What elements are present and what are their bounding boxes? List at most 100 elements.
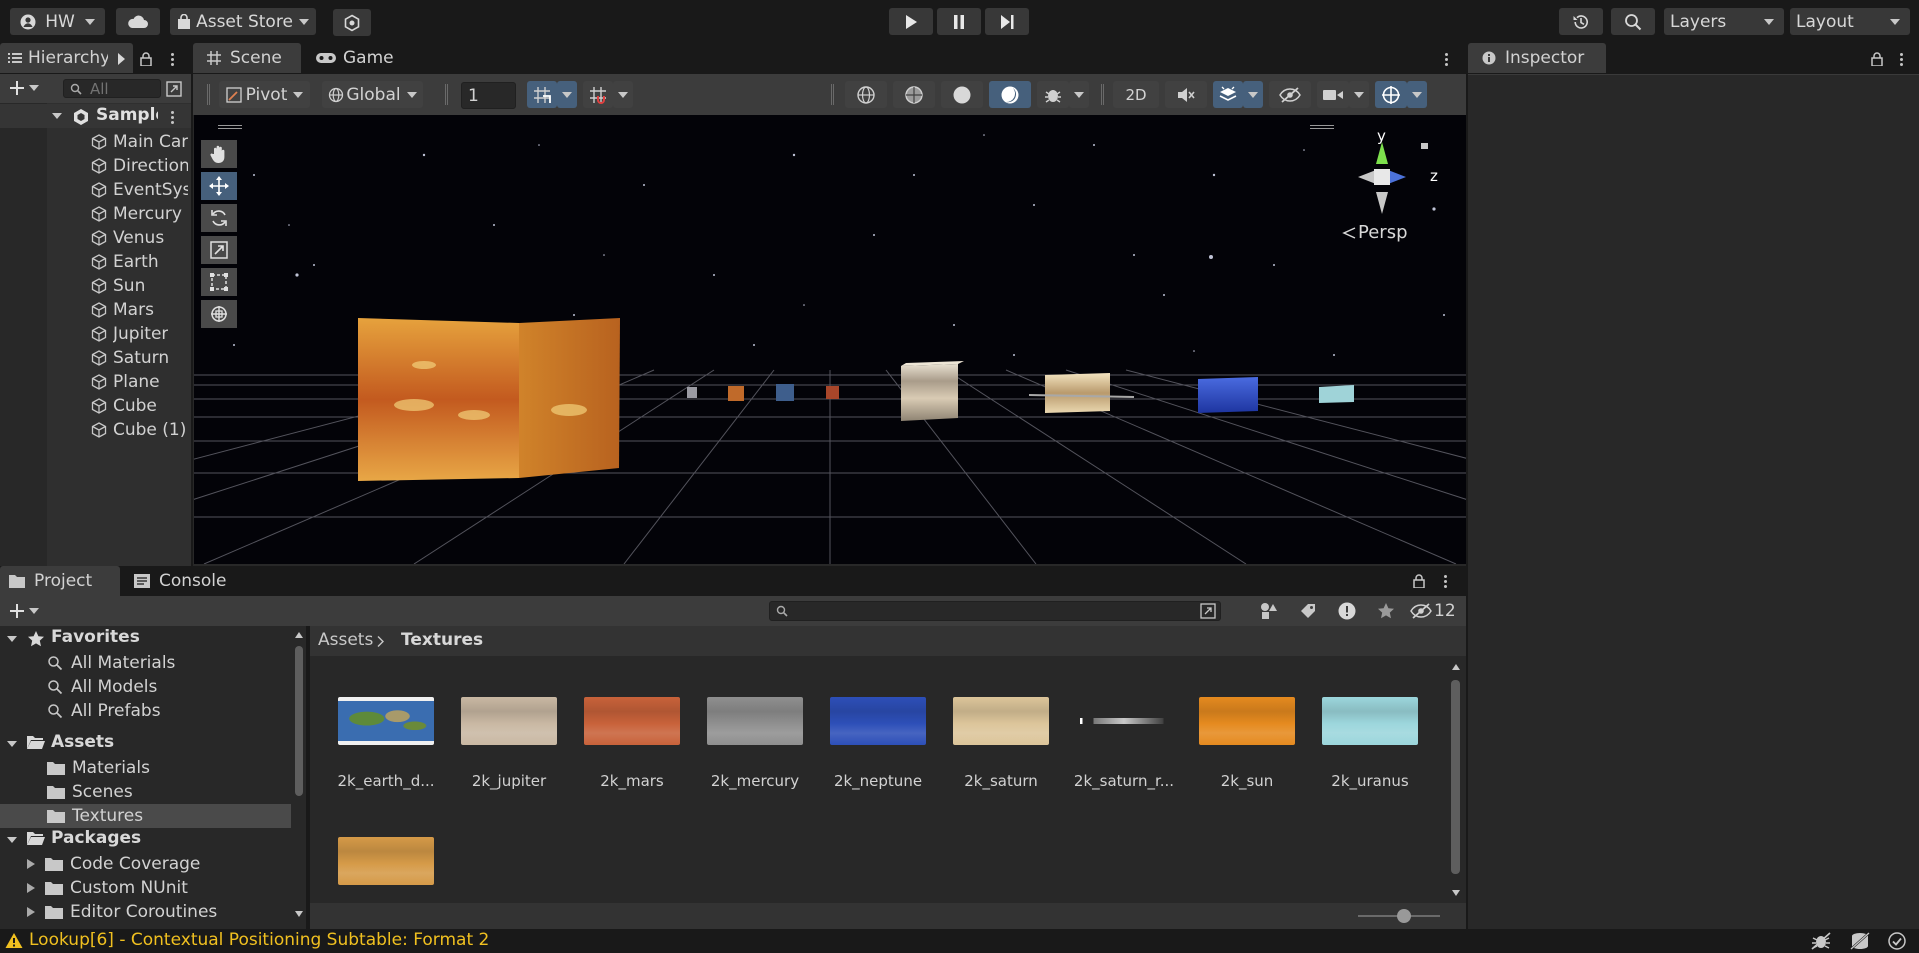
overlay-handle[interactable] xyxy=(1310,125,1334,129)
folder-item[interactable]: Textures xyxy=(0,804,291,828)
pivot-dropdown[interactable]: Pivot xyxy=(219,81,310,108)
lock-icon[interactable] xyxy=(1413,574,1425,588)
filter-scene-icon[interactable] xyxy=(166,81,182,97)
chevron-down-icon[interactable] xyxy=(7,741,17,747)
camera-settings-button[interactable] xyxy=(1317,81,1349,108)
hierarchy-item[interactable]: EventSys xyxy=(0,176,191,200)
filter-label-button[interactable] xyxy=(1291,599,1325,623)
increment-snap-button[interactable] xyxy=(583,81,613,108)
hierarchy-item[interactable]: Direction xyxy=(0,152,191,176)
scroll-down-icon[interactable] xyxy=(295,911,303,917)
folder-scroll-thumb[interactable] xyxy=(295,646,303,796)
favorite-item[interactable]: All Materials xyxy=(47,651,175,675)
cache-server-icon[interactable] xyxy=(1849,932,1871,950)
layers-dropdown[interactable]: Layers xyxy=(1664,8,1784,35)
hierarchy-item[interactable]: Saturn xyxy=(0,344,191,368)
scene-more-icon[interactable] xyxy=(171,109,175,126)
tab-game[interactable]: Game xyxy=(306,43,406,73)
texture-thumbnail[interactable] xyxy=(338,697,434,745)
texture-thumbnail[interactable] xyxy=(707,697,803,745)
scene-visibility-button[interactable] xyxy=(1269,81,1311,108)
global-dropdown[interactable]: Global xyxy=(322,81,423,108)
favorite-item[interactable]: All Models xyxy=(47,675,157,699)
project-search-input[interactable] xyxy=(769,601,1221,621)
chevron-down-icon[interactable] xyxy=(52,113,62,119)
tab-inspector[interactable]: Inspector xyxy=(1468,43,1606,73)
lock-icon[interactable] xyxy=(1871,52,1883,66)
texture-thumbnail[interactable] xyxy=(1199,697,1295,745)
scroll-up-icon[interactable] xyxy=(295,632,303,638)
create-button[interactable] xyxy=(9,80,39,96)
chevron-down-icon[interactable] xyxy=(7,837,17,843)
favorites-label[interactable]: Favorites xyxy=(51,627,140,647)
scale-tool-button[interactable] xyxy=(201,236,237,264)
orientation-gizmo[interactable] xyxy=(1334,135,1430,225)
folder-item[interactable]: Scenes xyxy=(0,780,291,804)
asset-grid-scrollbar[interactable] xyxy=(1446,656,1466,903)
folder-item[interactable]: Materials xyxy=(0,756,291,780)
grid-snap-dropdown[interactable] xyxy=(557,81,577,108)
increment-snap-dropdown[interactable] xyxy=(613,81,633,108)
project-create-button[interactable] xyxy=(9,603,39,619)
hidden-packages-toggle[interactable]: 12 xyxy=(1410,599,1456,623)
asset-store-dropdown[interactable]: Asset Store xyxy=(170,8,316,35)
tab-project[interactable]: Project xyxy=(0,566,120,596)
debug-bug-icon[interactable] xyxy=(1810,932,1832,950)
hierarchy-item[interactable]: Earth xyxy=(0,248,191,272)
tab-console[interactable]: Console xyxy=(124,566,244,596)
hierarchy-item[interactable]: Mercury xyxy=(0,200,191,224)
layout-dropdown[interactable]: Layout xyxy=(1790,8,1910,35)
search-button[interactable] xyxy=(1611,8,1655,35)
tab-scene[interactable]: Scene xyxy=(193,43,301,73)
breadcrumb-assets[interactable]: Assets xyxy=(318,630,373,650)
favorite-item[interactable]: All Prefabs xyxy=(47,699,161,723)
packages-label[interactable]: Packages xyxy=(51,828,141,848)
debug-draw-dropdown[interactable] xyxy=(1069,81,1089,108)
mode-2d-button[interactable]: 2D xyxy=(1113,81,1159,108)
grid-size-input[interactable]: 1 xyxy=(461,82,516,109)
assets-label[interactable]: Assets xyxy=(51,732,114,752)
toolbar-grip[interactable] xyxy=(831,84,834,105)
rect-tool-button[interactable] xyxy=(201,268,237,296)
texture-thumbnail[interactable] xyxy=(584,697,680,745)
gizmos-dropdown[interactable] xyxy=(1407,81,1427,108)
scene-more-icon[interactable] xyxy=(1445,51,1449,68)
hierarchy-item[interactable]: Mars xyxy=(0,296,191,320)
debug-draw-button[interactable] xyxy=(1037,81,1069,108)
thumbnail-size-handle[interactable] xyxy=(1397,909,1411,923)
texture-thumbnail[interactable] xyxy=(338,837,434,885)
hierarchy-item[interactable]: Cube xyxy=(0,392,191,416)
shading-shaded-wire-button[interactable] xyxy=(893,81,935,108)
hierarchy-item[interactable]: Venus xyxy=(0,224,191,248)
overlay-handle[interactable] xyxy=(218,125,242,129)
step-button[interactable] xyxy=(985,8,1029,35)
texture-thumbnail[interactable] xyxy=(953,697,1049,745)
check-circle-icon[interactable] xyxy=(1888,932,1906,950)
folder-scrollbar-track[interactable] xyxy=(292,626,306,929)
toolbar-grip[interactable] xyxy=(1101,84,1104,105)
shading-wireframe-button[interactable] xyxy=(845,81,887,108)
hand-tool-button[interactable] xyxy=(201,140,237,168)
package-item[interactable]: Custom NUnit xyxy=(27,876,188,900)
hierarchy-item[interactable]: Plane xyxy=(0,368,191,392)
package-item[interactable]: Code Coverage xyxy=(27,852,200,876)
chevron-down-icon[interactable] xyxy=(7,636,17,642)
projection-toggle[interactable]: Persp xyxy=(1342,222,1408,243)
tab-hierarchy[interactable]: Hierarchy xyxy=(0,43,133,73)
hierarchy-item[interactable]: Main Car xyxy=(0,128,191,152)
play-button[interactable] xyxy=(889,8,933,35)
cloud-button[interactable] xyxy=(116,8,160,35)
texture-thumbnail[interactable] xyxy=(461,697,557,745)
account-dropdown[interactable]: HW xyxy=(10,8,105,35)
shading-unlit-button[interactable] xyxy=(989,81,1031,108)
audio-toggle-button[interactable] xyxy=(1165,81,1207,108)
asset-scroll-thumb[interactable] xyxy=(1451,680,1460,874)
texture-thumbnail[interactable] xyxy=(830,697,926,745)
rotate-tool-button[interactable] xyxy=(201,204,237,232)
undo-history-button[interactable] xyxy=(1559,8,1603,35)
move-tool-button[interactable] xyxy=(201,172,237,200)
effects-dropdown[interactable] xyxy=(1243,81,1263,108)
toolbar-grip[interactable] xyxy=(207,84,210,105)
package-button[interactable] xyxy=(333,9,371,36)
toolbar-grip[interactable] xyxy=(445,84,448,105)
